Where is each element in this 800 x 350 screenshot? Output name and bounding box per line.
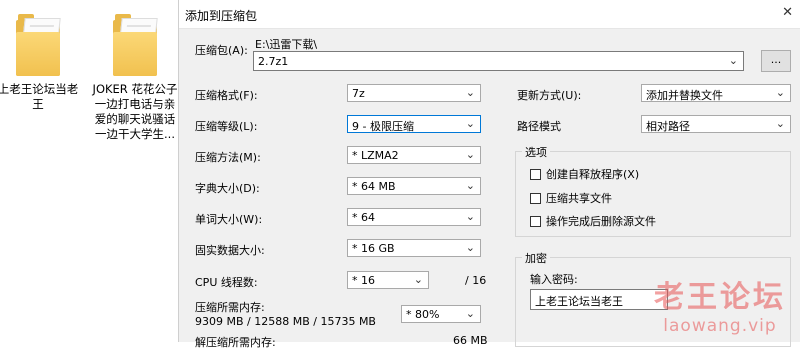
desktop-folder-2[interactable]: JOKER 花花公子 一边打电话与亲 爱的聊天说骚话 一边干大学生... bbox=[90, 14, 180, 142]
dict-value: * 64 MB bbox=[352, 180, 396, 193]
threads-label: CPU 线程数: bbox=[195, 276, 258, 289]
watermark-title: 老王论坛 bbox=[654, 280, 786, 315]
level-label: 压缩等级(L): bbox=[195, 120, 258, 133]
archive-label: 压缩包(A): bbox=[195, 44, 248, 57]
chevron-down-icon: ⌄ bbox=[775, 117, 785, 130]
options-title: 选项 bbox=[522, 144, 550, 160]
format-label: 压缩格式(F): bbox=[195, 89, 258, 102]
solid-select[interactable]: * 16 GB ⌄ bbox=[347, 239, 481, 257]
update-select[interactable]: 添加并替换文件 ⌄ bbox=[641, 84, 791, 102]
options-group: 选项 创建自释放程序(X) 压缩共享文件 操作完成后删除源文件 bbox=[515, 144, 791, 237]
password-input[interactable]: 上老王论坛当老王 bbox=[530, 289, 668, 310]
checkbox-label: 压缩共享文件 bbox=[546, 192, 612, 205]
threads-select[interactable]: * 16 ⌄ bbox=[347, 271, 429, 289]
word-select[interactable]: * 64 ⌄ bbox=[347, 208, 481, 226]
title-bar: 添加到压缩包 ✕ bbox=[179, 0, 800, 29]
pathmode-label: 路径模式 bbox=[517, 120, 561, 133]
checkbox-label: 创建自释放程序(X) bbox=[546, 168, 640, 181]
method-select[interactable]: * LZMA2 ⌄ bbox=[347, 146, 481, 164]
method-label: 压缩方法(M): bbox=[195, 151, 261, 164]
chevron-down-icon: ⌄ bbox=[465, 86, 475, 99]
password-label: 输入密码: bbox=[530, 273, 578, 286]
checkbox-shared-files[interactable]: 压缩共享文件 bbox=[530, 190, 612, 206]
memory-detail: 9309 MB / 12588 MB / 15735 MB bbox=[195, 315, 376, 328]
level-value: 9 - 极限压缩 bbox=[352, 120, 414, 133]
threads-value: * 16 bbox=[352, 274, 375, 287]
desktop-folder-label: 上老王论坛当老 王 bbox=[0, 82, 79, 111]
word-value: * 64 bbox=[352, 211, 375, 224]
encryption-title: 加密 bbox=[522, 250, 550, 266]
checkbox-label: 操作完成后删除源文件 bbox=[546, 215, 656, 228]
folder-icon bbox=[16, 14, 61, 78]
watermark-url: laowang.vip bbox=[663, 316, 777, 336]
dict-select[interactable]: * 64 MB ⌄ bbox=[347, 177, 481, 195]
archive-name-combo[interactable]: 2.7z1 ⌄ bbox=[253, 51, 744, 71]
level-select[interactable]: 9 - 极限压缩 ⌄ bbox=[347, 115, 481, 133]
checkbox-create-sfx[interactable]: 创建自释放程序(X) bbox=[530, 166, 639, 182]
close-icon[interactable]: ✕ bbox=[782, 5, 793, 20]
desktop-folder-1[interactable]: 上老王论坛当老 王 bbox=[0, 14, 82, 112]
word-label: 单词大小(W): bbox=[195, 213, 263, 226]
memory-select[interactable]: * 80% ⌄ bbox=[401, 305, 481, 323]
update-value: 添加并替换文件 bbox=[646, 89, 723, 102]
memory-value: * 80% bbox=[406, 308, 440, 321]
decomp-label: 解压缩所需内存: bbox=[195, 336, 276, 349]
format-value: 7z bbox=[352, 87, 365, 100]
solid-value: * 16 GB bbox=[352, 242, 395, 255]
chevron-down-icon: ⌄ bbox=[465, 241, 475, 254]
chevron-down-icon: ⌄ bbox=[465, 210, 475, 223]
update-label: 更新方式(U): bbox=[517, 89, 582, 102]
archive-name-value: 2.7z1 bbox=[258, 55, 289, 68]
dict-label: 字典大小(D): bbox=[195, 182, 260, 195]
checkbox-box[interactable] bbox=[530, 192, 541, 204]
checkbox-box[interactable] bbox=[530, 215, 541, 227]
chevron-down-icon: ⌄ bbox=[465, 117, 475, 130]
method-value: * LZMA2 bbox=[352, 149, 399, 162]
chevron-down-icon: ⌄ bbox=[465, 179, 475, 192]
watermark-logo: 老王论坛 laowang.vip bbox=[654, 272, 786, 336]
password-value: 上老王论坛当老王 bbox=[535, 295, 623, 308]
chevron-down-icon: ⌄ bbox=[465, 148, 475, 161]
checkbox-delete-after[interactable]: 操作完成后删除源文件 bbox=[530, 213, 656, 229]
checkbox-box[interactable] bbox=[530, 168, 541, 180]
archive-path: E:\迅雷下载\ bbox=[255, 38, 318, 51]
desktop-folder-label: JOKER 花花公子 一边打电话与亲 爱的聊天说骚话 一边干大学生... bbox=[92, 82, 178, 141]
memory-label: 压缩所需内存: bbox=[195, 301, 265, 314]
threads-max: / 16 bbox=[465, 274, 487, 287]
chevron-down-icon[interactable]: ⌄ bbox=[729, 54, 738, 67]
dialog-title: 添加到压缩包 bbox=[185, 9, 258, 23]
decomp-value: 66 MB bbox=[453, 334, 488, 347]
chevron-down-icon: ⌄ bbox=[775, 86, 785, 99]
browse-button[interactable]: ... bbox=[761, 50, 791, 72]
format-select[interactable]: 7z ⌄ bbox=[347, 84, 481, 102]
folder-icon bbox=[113, 14, 158, 78]
pathmode-value: 相对路径 bbox=[646, 120, 690, 133]
pathmode-select[interactable]: 相对路径 ⌄ bbox=[641, 115, 791, 133]
chevron-down-icon: ⌄ bbox=[413, 273, 423, 286]
solid-label: 固实数据大小: bbox=[195, 244, 265, 257]
chevron-down-icon: ⌄ bbox=[465, 307, 475, 320]
